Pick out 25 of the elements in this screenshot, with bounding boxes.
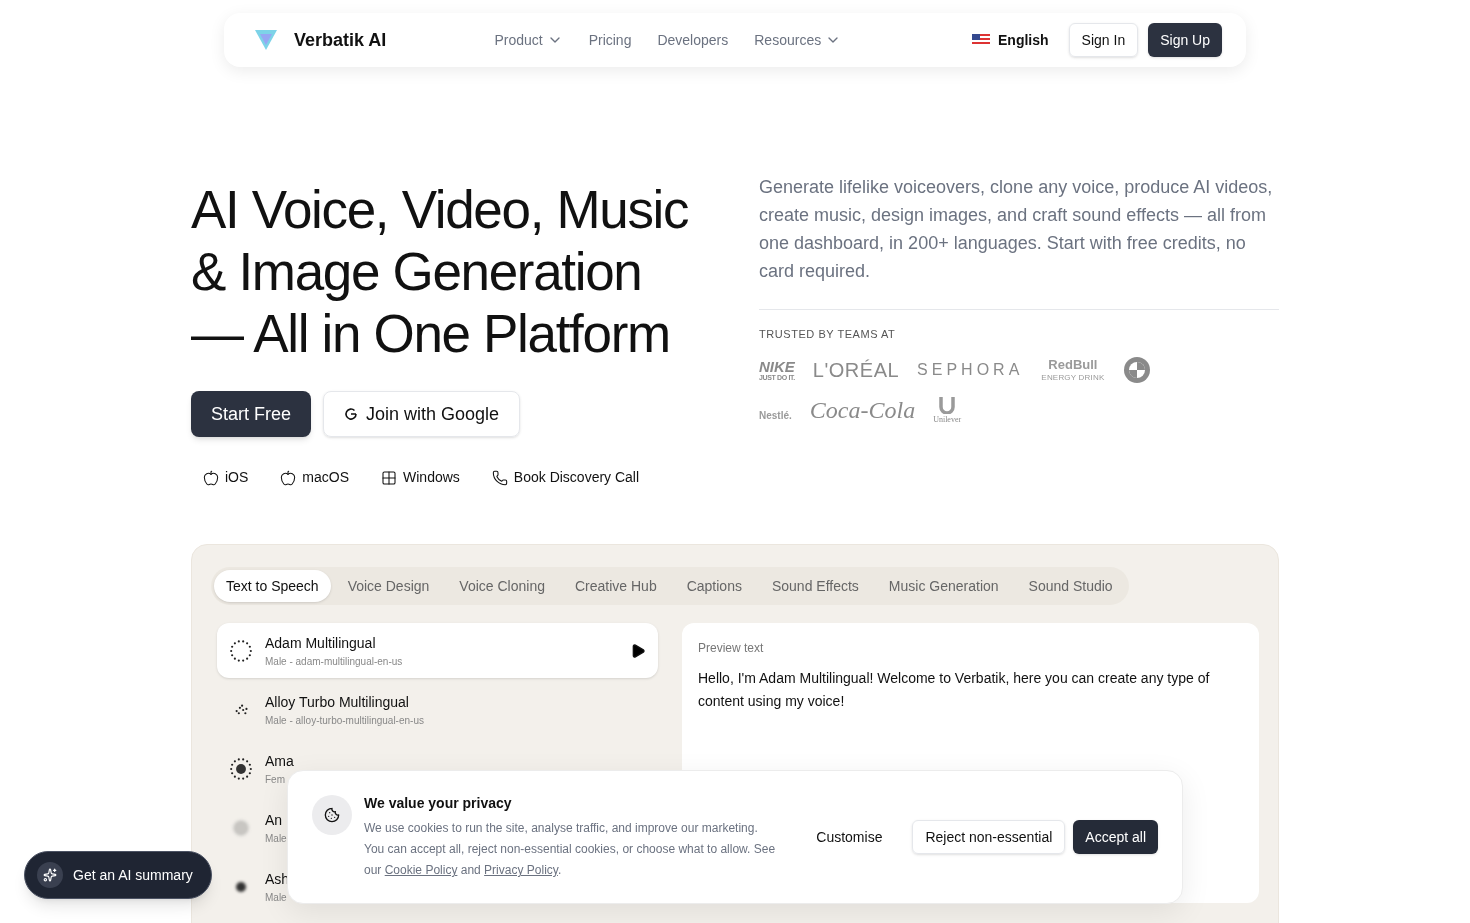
- logo-wordmark: Coca-Cola: [809, 395, 916, 425]
- preview-text: Hello, I'm Adam Multilingual! Welcome to Verbatik, here you can create any type of content using my voice!: [698, 669, 1211, 711]
- logo-wordmark: RedBull: [1048, 357, 1098, 371]
- voice-detail: Male - alloy-turbo-multilingual-en-us: [265, 713, 424, 728]
- voice-detail: Male: [265, 831, 287, 846]
- preview-label: Preview text: [698, 640, 765, 657]
- voice-name: An: [265, 810, 283, 830]
- logo-tagline: ENERGY DRINK: [1041, 373, 1105, 382]
- logo-wordmark: Nestlé.: [759, 409, 792, 423]
- hero-description: Generate lifelike voiceovers, clone any voice, produce AI videos, create music, design images, and craft sound effects — all from one dashboard, in 200+ languages. Start with free credits, no card required.: [759, 176, 1274, 283]
- logo-wordmark: SEPHORA: [917, 359, 1024, 380]
- voice-name: Alloy Turbo Multilingual: [265, 692, 409, 712]
- hero-heading: AI Voice, Video, Music & Image Generation — All in One Platform: [191, 179, 690, 365]
- cookie-title: We value your privacy: [364, 794, 513, 813]
- voice-name: Adam Multilingual: [265, 633, 376, 653]
- logo-wordmark: Unilever: [933, 415, 962, 424]
- logo-wordmark: NIKE: [759, 358, 795, 374]
- voice-name: Ama: [265, 751, 294, 771]
- voice-detail: Fem: [265, 772, 285, 787]
- voice-detail: Male: [265, 890, 287, 905]
- brand-name: Verbatik AI: [294, 28, 387, 52]
- trusted-label: TRUSTED BY TEAMS AT: [759, 327, 897, 342]
- cookie-text: We use cookies to run the site, analyse traffic, and improve our marketing. You can accept all, reject non-essential cookies, or choose what to allow. See our Cookie Policy and Privacy Policy.: [364, 820, 776, 879]
- voice-detail: Male - adam-multilingual-en-us: [265, 654, 403, 669]
- logo-wordmark: L'ORÉAL: [812, 357, 900, 383]
